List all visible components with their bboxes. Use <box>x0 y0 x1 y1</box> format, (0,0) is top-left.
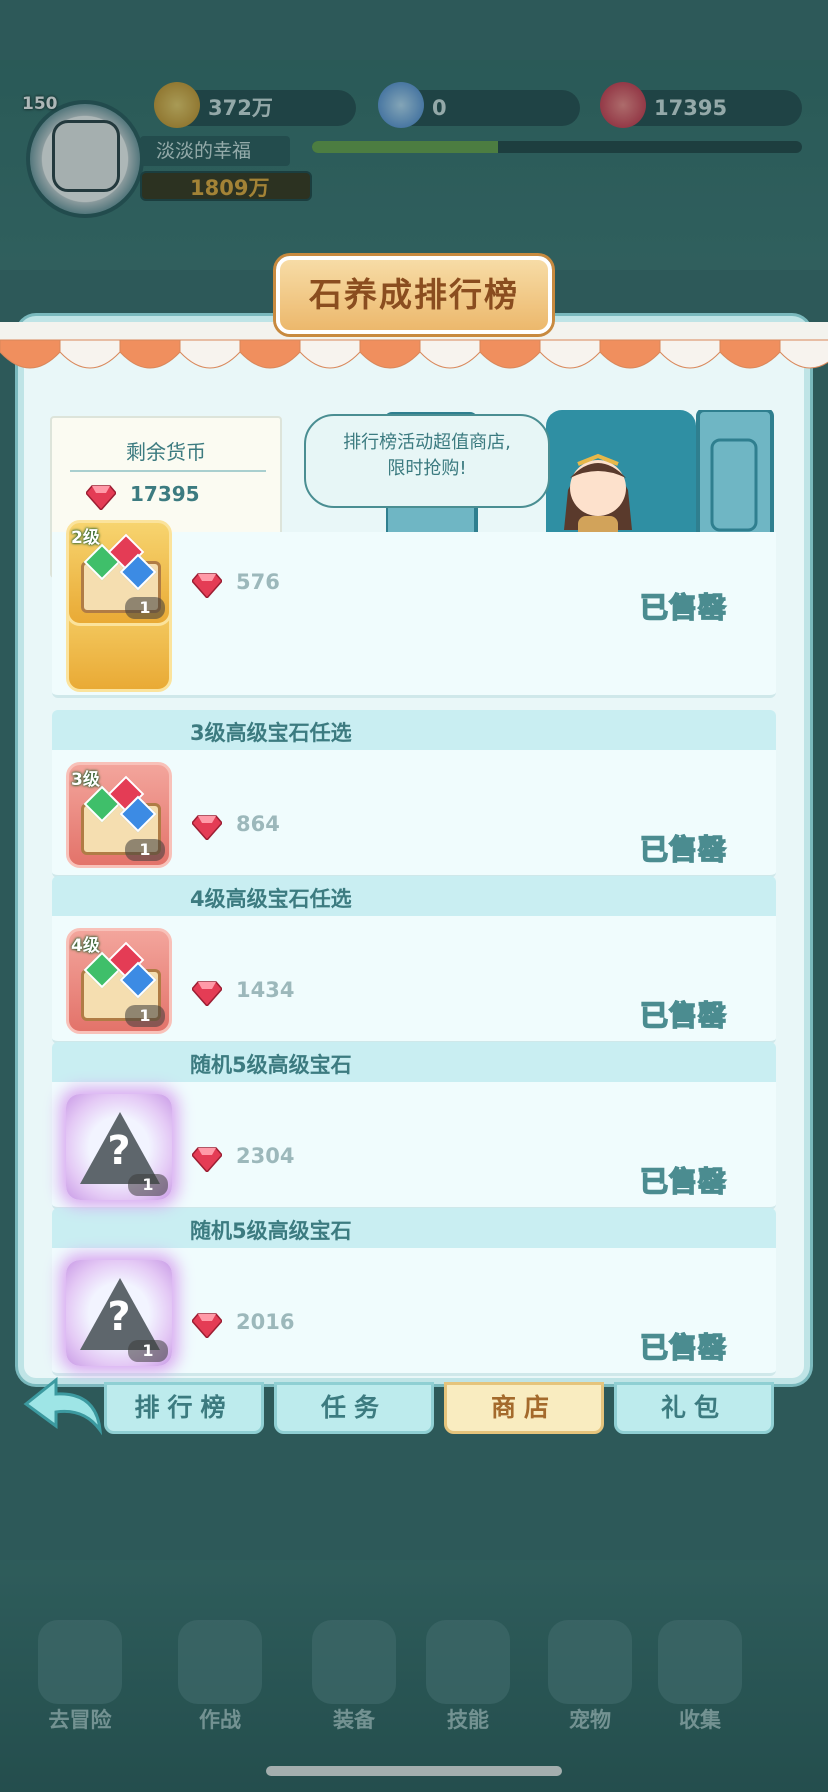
awning-scallop <box>779 339 828 369</box>
divider <box>70 470 266 472</box>
level-badge: 4级 <box>71 936 100 956</box>
item-count: 1 <box>128 1340 168 1362</box>
sold-out-label: 已售罄 <box>639 1330 728 1365</box>
speech-line-1: 排行榜活动超值商店, <box>343 432 511 453</box>
item-count: 1 <box>125 1005 165 1027</box>
awning-scallop <box>659 339 721 369</box>
awning-scallop <box>719 339 781 369</box>
item-price: 2304 <box>236 1144 295 1168</box>
awning-scallop <box>119 339 181 369</box>
dialog-title: 石养成排行榜 <box>309 275 519 314</box>
item-header: 4级高级宝石任选 <box>52 876 776 916</box>
item-details: 3级 1 864 已售罄 <box>52 750 776 878</box>
speech-line-2: 限时抢购! <box>387 458 467 479</box>
awning-scallop <box>299 339 361 369</box>
question-mark-icon: ? <box>107 1294 131 1340</box>
awning-scallop <box>59 339 121 369</box>
awning-scallop <box>599 339 661 369</box>
item-header: 随机5级高级宝石 <box>52 1042 776 1082</box>
awning-scallop <box>539 339 601 369</box>
ruby-icon <box>192 1313 222 1338</box>
awning-scallop <box>0 339 61 369</box>
speech-bubble: 排行榜活动超值商店, 限时抢购! <box>304 414 550 508</box>
question-mark-icon: ? <box>107 1128 131 1174</box>
back-arrow-icon[interactable] <box>22 1374 106 1436</box>
mystery-gem-icon[interactable]: ? 1 <box>66 1260 172 1366</box>
tab-gift-pack[interactable]: 礼包 <box>614 1382 774 1434</box>
awning-scallop <box>239 339 301 369</box>
item-name: 3级高级宝石任选 <box>190 721 352 745</box>
item-name: 随机5级高级宝石 <box>190 1053 352 1077</box>
gem-chest-icon[interactable]: 3级 1 <box>66 762 172 868</box>
awning-scallop <box>179 339 241 369</box>
gem-chest-icon[interactable]: 2级 1 <box>66 520 172 626</box>
item-count: 1 <box>128 1174 168 1196</box>
ruby-icon <box>192 573 222 598</box>
item-header: 3级高级宝石任选 <box>52 710 776 750</box>
ruby-icon <box>192 1147 222 1172</box>
sold-out-label: 已售罄 <box>639 832 728 867</box>
item-name: 4级高级宝石任选 <box>190 887 352 911</box>
sold-out-label: 已售罄 <box>639 1164 728 1199</box>
ruby-icon <box>192 981 222 1006</box>
item-price: 864 <box>236 812 280 836</box>
level-badge: 3级 <box>71 770 100 790</box>
item-header: 随机5级高级宝石 <box>52 1208 776 1248</box>
item-price: 576 <box>236 570 280 594</box>
item-details: 2级 1 576 已售罄 <box>52 520 776 660</box>
awning-scallop <box>359 339 421 369</box>
mystery-gem-icon[interactable]: ? 1 <box>66 1094 172 1200</box>
item-details: ? 1 2304 已售罄 <box>52 1082 776 1210</box>
currency-label: 剩余货币 <box>126 440 206 464</box>
item-count: 1 <box>125 839 165 861</box>
item-price: 1434 <box>236 978 295 1002</box>
tab-ranking[interactable]: 排行榜 <box>104 1382 264 1434</box>
item-count: 1 <box>125 597 165 619</box>
currency-value: 17395 <box>130 482 200 506</box>
sold-out-label: 已售罄 <box>639 998 728 1033</box>
item-details: 4级 1 1434 已售罄 <box>52 916 776 1044</box>
sold-out-label: 已售罄 <box>639 590 728 625</box>
ruby-icon <box>192 815 222 840</box>
awning-scallop <box>479 339 541 369</box>
awning-scallop <box>419 339 481 369</box>
ruby-icon <box>86 485 116 510</box>
dialog-title-plate: 石养成排行榜 <box>276 256 552 334</box>
level-badge: 2级 <box>71 528 100 548</box>
item-name: 随机5级高级宝石 <box>190 1219 352 1243</box>
item-details: ? 1 2016 已售罄 <box>52 1248 776 1376</box>
tab-tasks[interactable]: 任务 <box>274 1382 434 1434</box>
item-price: 2016 <box>236 1310 295 1334</box>
tab-shop[interactable]: 商店 <box>444 1382 604 1434</box>
gem-chest-icon[interactable]: 4级 1 <box>66 928 172 1034</box>
